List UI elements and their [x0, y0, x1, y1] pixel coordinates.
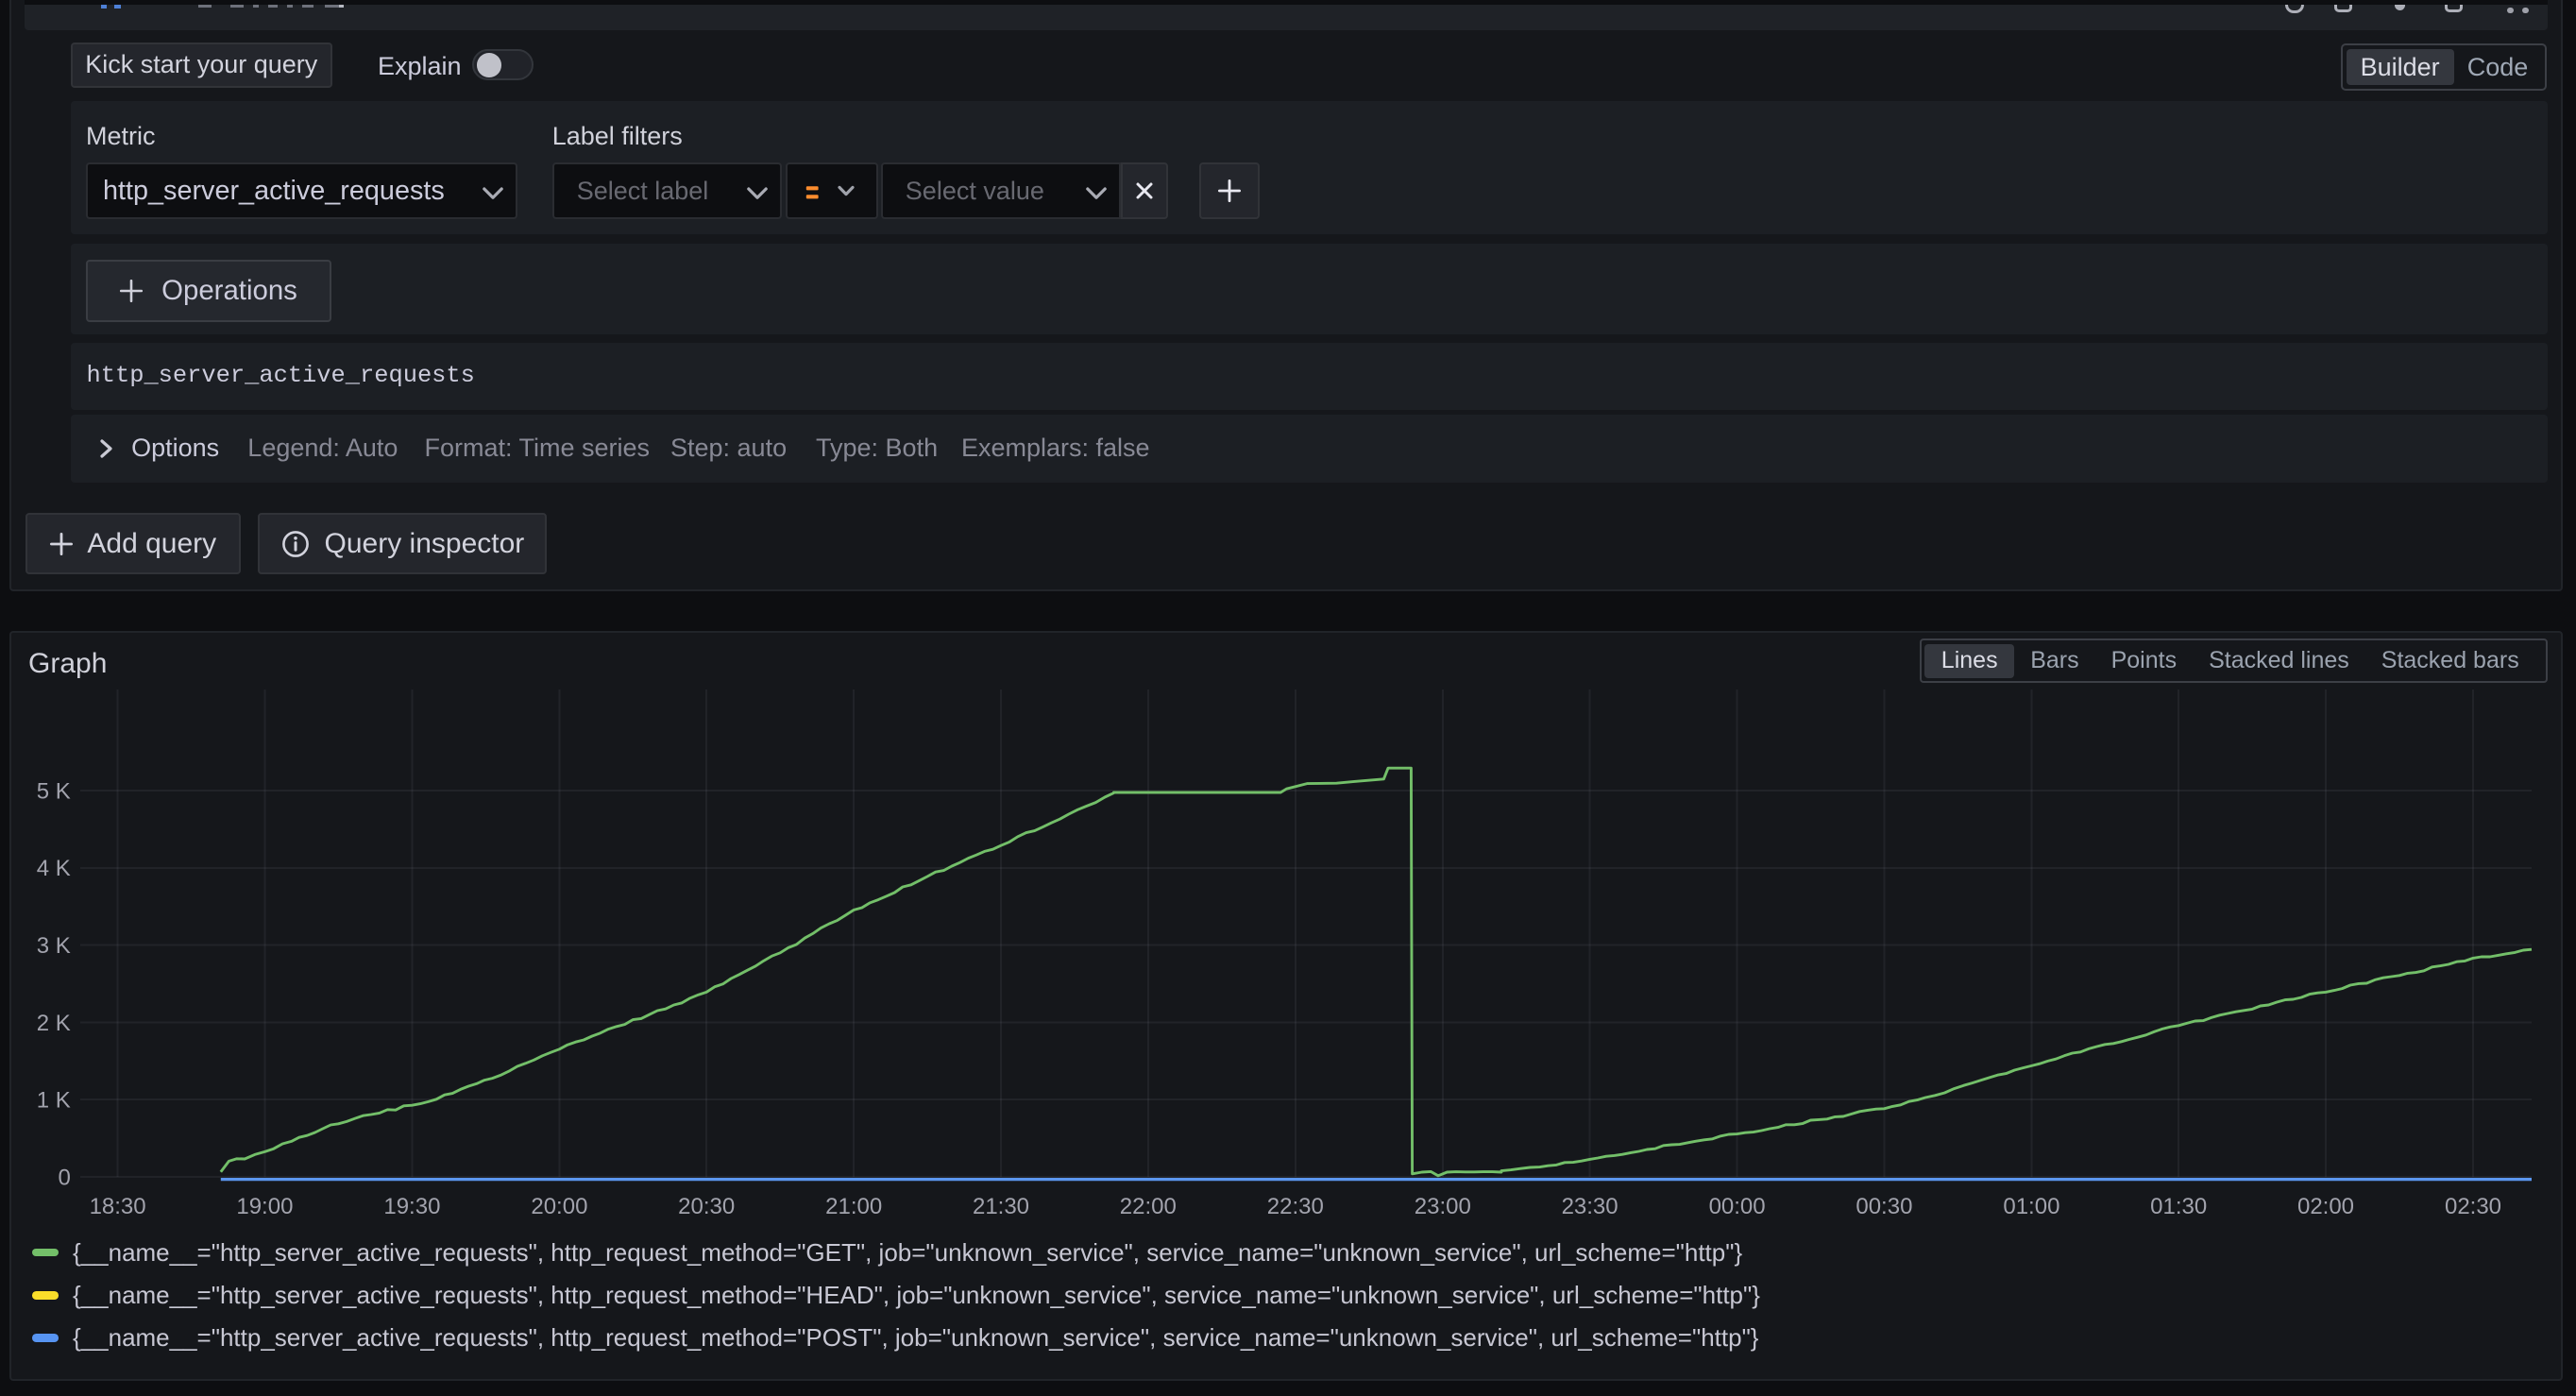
svg-text:22:00: 22:00	[1120, 1194, 1177, 1219]
svg-text:5 K: 5 K	[37, 778, 71, 804]
svg-text:23:00: 23:00	[1415, 1194, 1471, 1219]
svg-text:0: 0	[58, 1165, 70, 1190]
svg-text:2 K: 2 K	[37, 1011, 71, 1036]
svg-text:01:00: 01:00	[2003, 1194, 2059, 1219]
svg-text:19:30: 19:30	[383, 1194, 440, 1219]
svg-text:23:30: 23:30	[1562, 1194, 1618, 1219]
svg-text:20:30: 20:30	[678, 1194, 735, 1219]
svg-text:00:00: 00:00	[1709, 1194, 1766, 1219]
svg-text:18:30: 18:30	[90, 1194, 146, 1219]
svg-text:21:00: 21:00	[825, 1194, 882, 1219]
svg-text:00:30: 00:30	[1856, 1194, 1912, 1219]
svg-text:02:00: 02:00	[2297, 1194, 2354, 1219]
svg-text:22:30: 22:30	[1267, 1194, 1324, 1219]
svg-text:1 K: 1 K	[37, 1088, 71, 1114]
svg-text:4 K: 4 K	[37, 856, 71, 881]
svg-text:19:00: 19:00	[236, 1194, 293, 1219]
svg-text:02:30: 02:30	[2445, 1194, 2501, 1219]
svg-text:20:00: 20:00	[531, 1194, 587, 1219]
svg-text:01:30: 01:30	[2150, 1194, 2207, 1219]
svg-text:21:30: 21:30	[973, 1194, 1029, 1219]
svg-text:3 K: 3 K	[37, 933, 71, 959]
